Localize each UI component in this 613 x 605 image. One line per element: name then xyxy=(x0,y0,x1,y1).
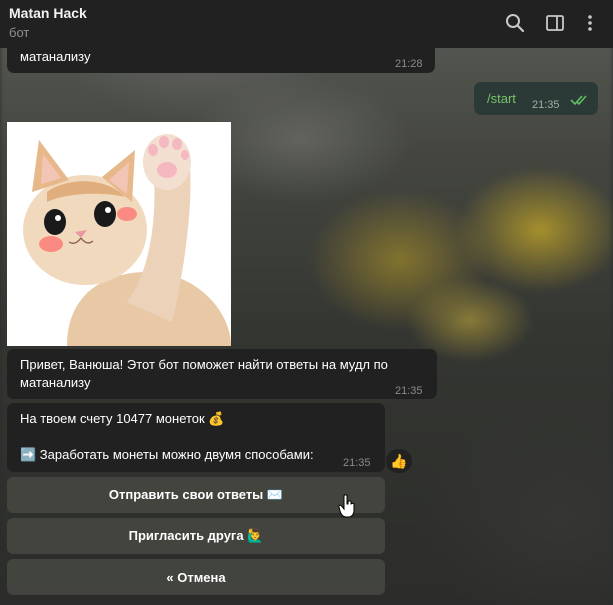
sidebar-toggle-icon[interactable] xyxy=(544,12,566,34)
reaction-thumbs-up[interactable]: 👍 xyxy=(386,449,412,473)
message-time: 21:35 xyxy=(395,385,423,397)
more-vert-icon[interactable] xyxy=(579,12,601,34)
message-time: 21:35 xyxy=(343,457,371,469)
message-time: 21:35 xyxy=(532,99,560,111)
message-text: матанализу xyxy=(20,49,91,64)
message-bubble-greeting[interactable]: Привет, Ванюша! Этот бот поможет найти о… xyxy=(7,349,437,399)
button-label: « Отмена xyxy=(166,569,226,585)
command-text[interactable]: /start xyxy=(487,90,516,108)
cat-photo[interactable] xyxy=(7,122,231,346)
read-checkmarks-icon xyxy=(570,93,590,111)
invite-friend-button[interactable]: Пригласить друга 🙋‍♂️ xyxy=(7,518,385,554)
search-icon[interactable] xyxy=(504,12,526,34)
message-time: 21:28 xyxy=(395,58,423,70)
earn-text: ➡️ Заработать монеты можно двумя способа… xyxy=(20,447,314,462)
hand-cursor-icon xyxy=(338,494,358,518)
cancel-button[interactable]: « Отмена xyxy=(7,559,385,595)
balance-text: На твоем счету 10477 монеток 💰 xyxy=(20,411,225,426)
send-answers-button[interactable]: Отправить свои ответы ✉️ xyxy=(7,477,385,513)
message-bubble-balance[interactable]: На твоем счету 10477 монеток 💰 ➡️ Зарабо… xyxy=(7,403,385,472)
chat-subtitle: бот xyxy=(9,25,30,40)
message-text: Привет, Ванюша! Этот бот поможет найти о… xyxy=(20,357,388,390)
button-label: Пригласить друга 🙋‍♂️ xyxy=(128,528,264,543)
chat-header: Matan Hack бот xyxy=(0,0,613,48)
button-label: Отправить свои ответы ✉️ xyxy=(108,487,284,502)
chat-title[interactable]: Matan Hack xyxy=(9,5,87,21)
message-bubble-outgoing[interactable]: /start 21:35 xyxy=(474,82,598,115)
